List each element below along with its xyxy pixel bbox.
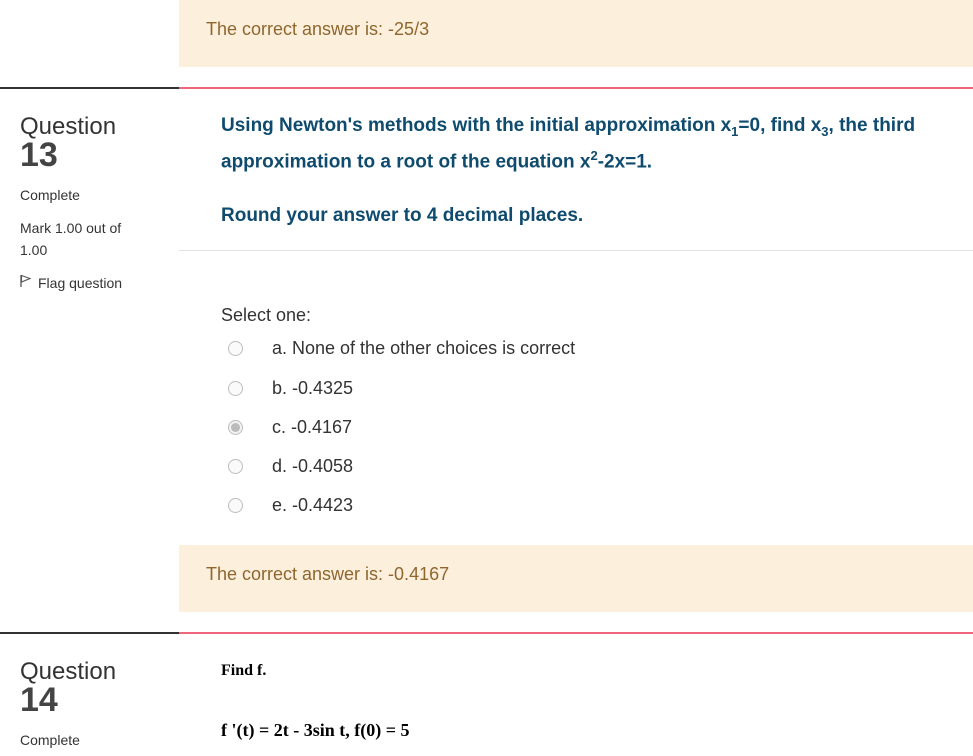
q13-round-instruction: Round your answer to 4 decimal places. [221, 205, 584, 226]
q13-option-d[interactable]: d. -0.4058 [228, 454, 353, 478]
radio-button[interactable] [228, 380, 243, 396]
q13-state: Complete [20, 187, 80, 203]
q13-select-one-label: Select one: [221, 305, 312, 325]
radio-button[interactable] [228, 497, 243, 513]
q13-question-line2: approximation to a root of the equation … [221, 148, 653, 173]
radio-dot-icon [231, 422, 240, 432]
q14-find-text: Find f. [221, 662, 267, 679]
q13-flag-question[interactable]: Flag question [20, 274, 122, 291]
option-label: a. None of the other choices is correct [272, 337, 576, 358]
radio-button[interactable] [228, 458, 243, 474]
q13-option-e[interactable]: e. -0.4423 [228, 493, 353, 517]
q13-feedback-box: The correct answer is: -0.4167 [179, 545, 973, 612]
q13-option-b[interactable]: b. -0.4325 [228, 376, 353, 400]
radio-button[interactable] [228, 340, 243, 356]
q14-state: Complete [20, 732, 80, 748]
q14-divider-right [179, 632, 973, 634]
q14-question-number: 14 [20, 681, 58, 719]
q13-mark-line2: 1.00 [20, 242, 48, 258]
q13-question-separator [179, 250, 973, 251]
q14-equation: f '(t) = 2t - 3sin t, f(0) = 5 [221, 720, 410, 740]
q13-divider-left [0, 87, 179, 89]
q13-mark-line1: Mark 1.00 out of [20, 220, 122, 236]
q13-correct-answer: The correct answer is: -0.4167 [206, 564, 450, 584]
q13-option-c[interactable]: c. -0.4167 [228, 415, 352, 439]
option-label: e. -0.4423 [272, 494, 354, 515]
option-label: b. -0.4325 [272, 377, 354, 398]
option-label: c. -0.4167 [272, 416, 353, 437]
flag-icon [20, 274, 32, 291]
q14-divider-left [0, 632, 179, 634]
q13-question-number: 13 [20, 136, 58, 174]
radio-button-selected[interactable] [228, 419, 243, 435]
option-label: d. -0.4058 [272, 455, 354, 476]
previous-correct-answer: The correct answer is: -25/3 [206, 19, 430, 39]
q13-flag-label: Flag question [38, 274, 123, 291]
q13-divider-right [179, 87, 973, 89]
previous-feedback-box: The correct answer is: -25/3 [179, 0, 973, 67]
q13-option-a[interactable]: a. None of the other choices is correct [228, 336, 575, 360]
